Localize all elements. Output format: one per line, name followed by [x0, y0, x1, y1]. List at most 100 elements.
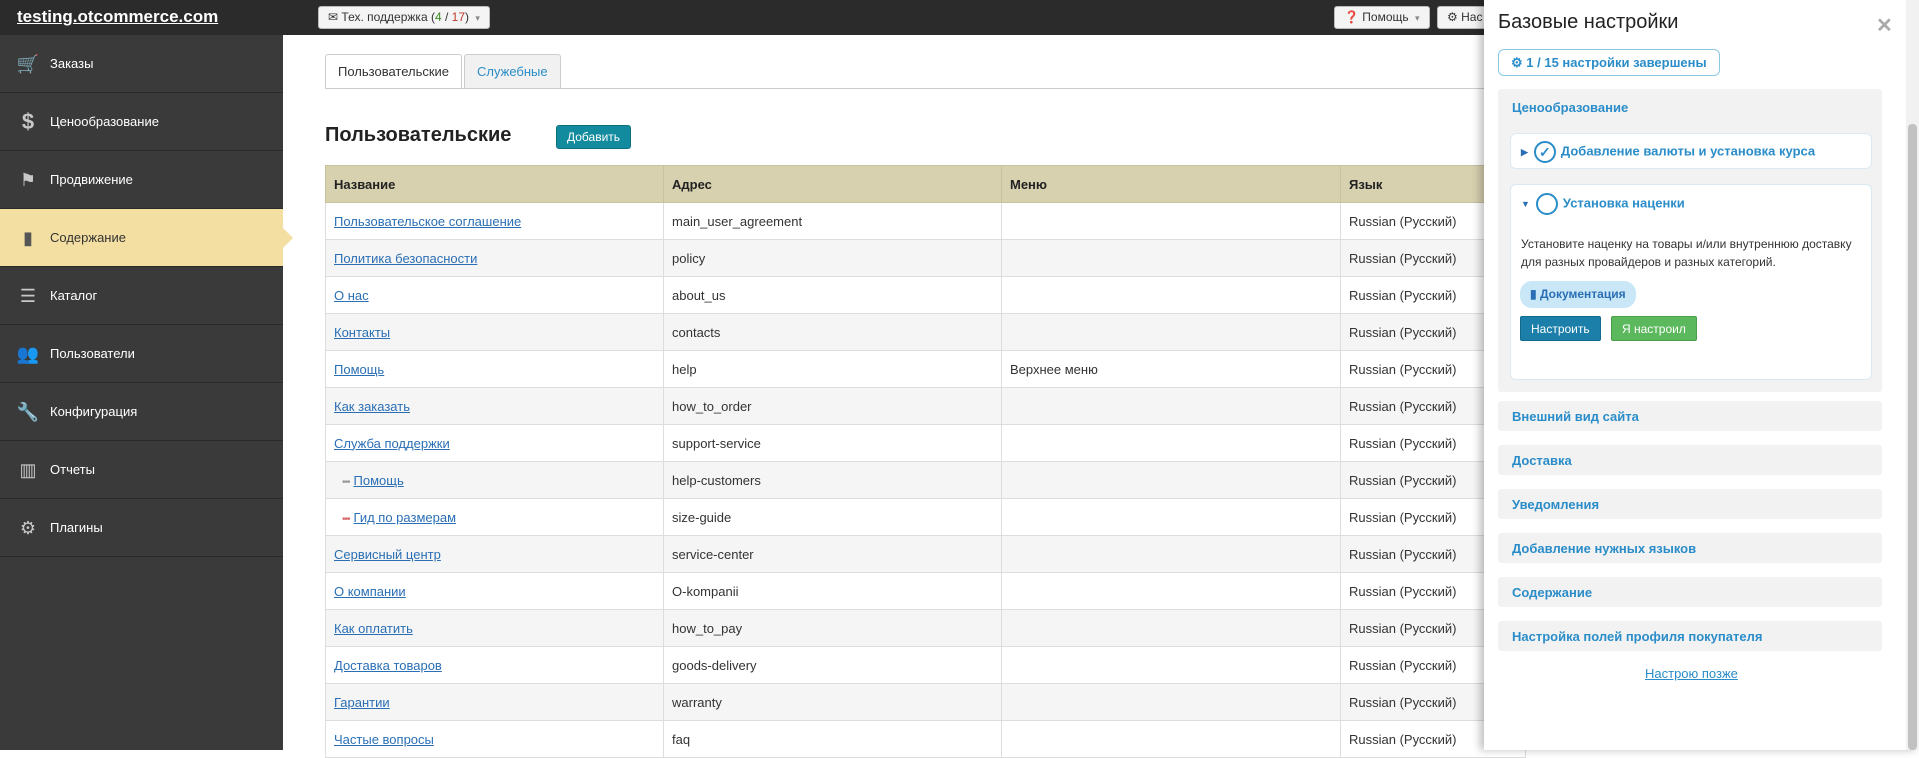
- sidebar-item-reports[interactable]: ▥ Отчеты: [0, 441, 283, 499]
- page-name-link[interactable]: Помощь: [354, 473, 404, 488]
- help-button[interactable]: ❓ Помощь ▾: [1334, 6, 1430, 29]
- group-delivery[interactable]: Доставка: [1498, 445, 1882, 475]
- caret-down-icon: ▼: [1521, 199, 1530, 210]
- page-name-link[interactable]: Контакты: [334, 325, 390, 340]
- table-row: О нас about_us Russian (Русский): [325, 276, 1526, 314]
- sidebar-item-users[interactable]: 👥 Пользователи: [0, 325, 283, 383]
- page-name-link[interactable]: Политика безопасности: [334, 251, 477, 266]
- sidebar-item-label: Ценообразование: [50, 114, 159, 129]
- site-brand-link[interactable]: testing.otcommerce.com: [17, 7, 218, 27]
- group-customer-profile[interactable]: Настройка полей профиля покупателя: [1498, 621, 1882, 651]
- sidebar-item-content[interactable]: ▮ Содержание: [0, 209, 293, 267]
- group-label: Настройка полей профиля покупателя: [1512, 629, 1763, 644]
- page-name-link[interactable]: Как оплатить: [334, 621, 413, 636]
- cell-address: goods-delivery: [663, 646, 1002, 684]
- support-label: Тех. поддержка (: [341, 10, 435, 24]
- tab-service-pages[interactable]: Служебные: [464, 54, 561, 89]
- sidebar-item-pricing[interactable]: $ Ценообразование: [0, 93, 283, 151]
- configure-later-link[interactable]: Настрою позже: [1645, 666, 1738, 681]
- cell-menu: [1001, 683, 1341, 721]
- group-languages[interactable]: Добавление нужных языков: [1498, 533, 1882, 563]
- table-row: Политика безопасности policy Russian (Русс…: [325, 239, 1526, 277]
- scrollbar-thumb[interactable]: [1908, 124, 1917, 750]
- pricing-group: Ценообразование ▶ ✓ Добавление валюты и ус…: [1498, 89, 1882, 392]
- step-markup-label: Установка наценки: [1562, 195, 1685, 211]
- cell-name: Доставка товаров: [325, 646, 664, 684]
- check-circle-icon: ✓: [1533, 141, 1556, 163]
- documentation-label: Документация: [1539, 287, 1626, 301]
- page-name-link[interactable]: Сервисный центр: [334, 547, 441, 562]
- cell-menu: [1001, 646, 1341, 684]
- group-content[interactable]: Содержание: [1498, 577, 1882, 607]
- cell-menu: Верхнее меню: [1001, 350, 1341, 388]
- sidebar-item-label: Плагины: [50, 520, 103, 535]
- sidebar-item-label: Конфигурация: [50, 404, 138, 419]
- column-header-address[interactable]: Адрес: [663, 165, 1002, 203]
- sidebar-item-promotion[interactable]: ⚑ Продвижение: [0, 151, 283, 209]
- cell-address: about_us: [663, 276, 1002, 314]
- step-markup-header[interactable]: ▼ Установка наценки: [1521, 193, 1685, 215]
- cart-icon: 🛒: [16, 54, 40, 74]
- table-row: Сервисный центр service-center Russian (Ру…: [325, 535, 1526, 573]
- sidebar-item-label: Продвижение: [50, 172, 133, 187]
- page-name-link[interactable]: Частые вопросы: [334, 732, 434, 747]
- step-markup-description: Установите наценку на товары и/или внутр…: [1521, 237, 1852, 269]
- support-button[interactable]: ✉ Тех. поддержка (4 / 17) ▾: [318, 6, 490, 29]
- page-name-link[interactable]: Помощь: [334, 362, 384, 377]
- page-name-link[interactable]: Пользовательское соглашение: [334, 214, 521, 229]
- cell-name: Как оплатить: [325, 609, 664, 647]
- table-row: Контакты contacts Russian (Русский): [325, 313, 1526, 351]
- sidebar-item-label: Содержание: [50, 230, 126, 245]
- cogs-icon: ⚙: [1511, 55, 1523, 70]
- tab-user-pages[interactable]: Пользовательские: [325, 54, 463, 89]
- page-name-link[interactable]: О компании: [334, 584, 406, 599]
- column-header-name[interactable]: Название: [325, 165, 664, 203]
- sidebar-item-catalog[interactable]: ☰ Каталог: [0, 267, 283, 325]
- support-total-count: 17: [451, 10, 466, 24]
- cell-address: contacts: [663, 313, 1002, 351]
- column-header-menu[interactable]: Меню: [1001, 165, 1341, 203]
- page-name-link[interactable]: Доставка товаров: [334, 658, 442, 673]
- cell-address: support-service: [663, 424, 1002, 462]
- documentation-button[interactable]: ▮ Документация: [1520, 281, 1636, 308]
- cell-menu: [1001, 424, 1341, 462]
- close-icon[interactable]: ✕: [1876, 13, 1893, 38]
- sidebar-item-orders[interactable]: 🛒 Заказы: [0, 35, 283, 93]
- table-row: Служба поддержки support-service Russian (…: [325, 424, 1526, 462]
- gear-icon: ⚙: [19, 518, 37, 538]
- catalog-icon: ☰: [19, 286, 37, 306]
- page-name-link[interactable]: О нас: [334, 288, 369, 303]
- page-name-link[interactable]: Гарантии: [334, 695, 390, 710]
- configure-button[interactable]: Настроить: [1520, 316, 1601, 341]
- basic-settings-panel: Базовые настройки ✕ ⚙ 1 / 15 настройки з…: [1484, 0, 1919, 750]
- table-row: Помощь help Верхнее меню Russian (Русский): [325, 350, 1526, 388]
- sidebar-item-plugins[interactable]: ⚙ Плагины: [0, 499, 283, 557]
- group-site-appearance[interactable]: Внешний вид сайта: [1498, 401, 1882, 431]
- group-label: Добавление нужных языков: [1512, 541, 1697, 556]
- done-button[interactable]: Я настроил: [1611, 316, 1697, 341]
- cell-name: О нас: [325, 276, 664, 314]
- page-name-link[interactable]: Гид по размерам: [354, 510, 457, 525]
- question-icon: ❓: [1344, 10, 1359, 24]
- settings-progress-button[interactable]: ⚙ 1 / 15 настройки завершены: [1498, 49, 1720, 76]
- sidebar-item-label: Отчеты: [50, 462, 95, 477]
- sidebar-item-configuration[interactable]: 🔧 Конфигурация: [0, 383, 283, 441]
- cell-menu: [1001, 239, 1341, 277]
- pricing-group-title[interactable]: Ценообразование: [1512, 100, 1628, 115]
- settings-button[interactable]: ⚙ Нас: [1437, 6, 1487, 29]
- cell-menu: [1001, 572, 1341, 610]
- group-notifications[interactable]: Уведомления: [1498, 489, 1882, 519]
- table-header-row: Название Адрес Меню Язык: [325, 165, 1526, 203]
- table-row: Частые вопросы faq Russian (Русский): [325, 720, 1526, 758]
- page-name-link[interactable]: Как заказать: [334, 399, 410, 414]
- step-currency[interactable]: ▶ ✓ Добавление валюты и установка курса: [1510, 133, 1872, 169]
- cell-menu: [1001, 202, 1341, 240]
- tab-divider: [325, 88, 1525, 89]
- support-open-count: 4: [434, 10, 442, 24]
- page-name-link[interactable]: Служба поддержки: [334, 436, 450, 451]
- caret-down-icon: ▾: [1415, 13, 1420, 23]
- sidebar-item-label: Каталог: [50, 288, 98, 303]
- table-row: ••• Помощь help-customers Russian (Русский): [325, 461, 1526, 499]
- group-label: Доставка: [1512, 453, 1572, 468]
- add-page-button[interactable]: Добавить: [556, 125, 632, 149]
